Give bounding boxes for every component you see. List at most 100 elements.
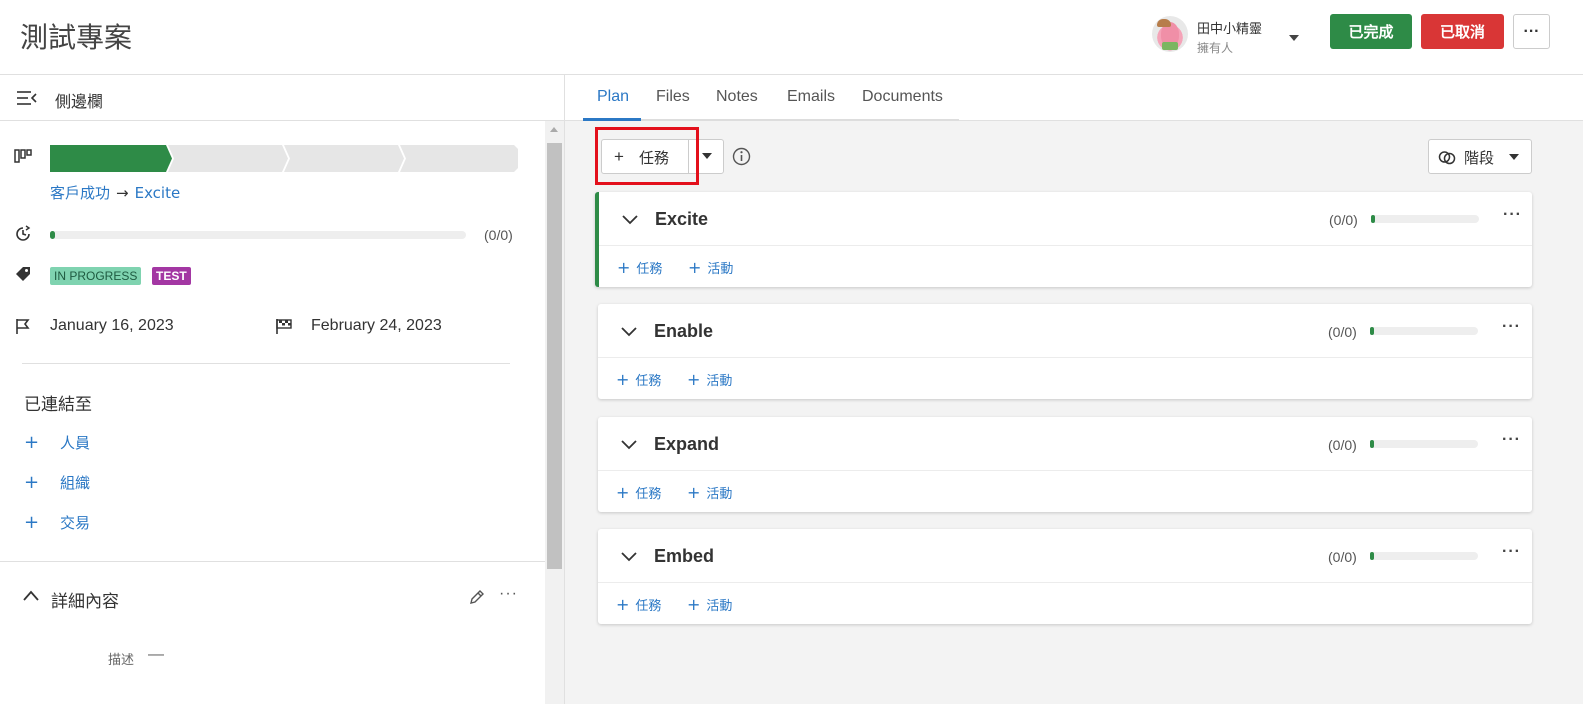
phase-more-button[interactable]: ··· xyxy=(1502,318,1521,336)
avatar xyxy=(1152,16,1188,52)
page-title: 測試專案 xyxy=(20,21,133,54)
linked-to-heading: 已連結至 xyxy=(24,395,92,415)
tab-documents[interactable]: Documents xyxy=(862,88,943,106)
tab-plan[interactable]: Plan xyxy=(597,88,629,106)
breadcrumb: 客戶成功 → Excite xyxy=(50,182,180,203)
status-badge: IN PROGRESS xyxy=(50,267,142,285)
chevron-down-icon[interactable] xyxy=(620,322,638,340)
owner-selector[interactable]: 田中小精靈 擁有人 xyxy=(1152,14,1304,58)
stage-segment-1[interactable] xyxy=(50,145,172,172)
plus-icon: + xyxy=(24,512,40,533)
tab-emails[interactable]: Emails xyxy=(787,88,835,106)
phase-card-excite: Excite (0/0) ··· + 任務 + 活動 xyxy=(595,192,1532,287)
plus-icon: + xyxy=(687,483,701,502)
start-flag-icon xyxy=(16,319,30,334)
stage-segment-4[interactable] xyxy=(400,145,518,172)
plus-icon: + xyxy=(687,595,701,614)
more-options-button[interactable]: ··· xyxy=(1513,14,1550,49)
start-date[interactable]: January 16, 2023 xyxy=(50,317,174,335)
plus-icon: + xyxy=(617,258,631,277)
details-title: 詳細內容 xyxy=(51,592,119,612)
finish-flag-icon xyxy=(276,319,292,334)
mark-done-button[interactable]: 已完成 xyxy=(1330,14,1412,49)
phase-card-embed: Embed (0/0) ··· + 任務 + 活動 xyxy=(598,529,1532,624)
phase-card-expand: Expand (0/0) ··· + 任務 + 活動 xyxy=(598,417,1532,512)
add-phase-task-button[interactable]: + 任務 xyxy=(616,483,661,502)
tag-icon xyxy=(16,267,30,281)
phase-more-button[interactable]: ··· xyxy=(1502,543,1521,561)
scroll-up-arrow-icon[interactable] xyxy=(550,127,558,132)
plus-icon: + xyxy=(24,432,40,453)
add-phase-activity-button[interactable]: + 活動 xyxy=(687,370,732,389)
chevron-down-icon[interactable] xyxy=(620,547,638,565)
link-organization-button[interactable]: + 組織 xyxy=(24,472,90,494)
phase-progress-bar xyxy=(1370,552,1478,560)
caret-down-icon xyxy=(1509,154,1519,160)
add-phase-activity-button[interactable]: + 活動 xyxy=(688,258,733,277)
phase-count: (0/0) xyxy=(1328,324,1357,340)
sidebar-scrollbar[interactable] xyxy=(545,121,564,704)
description-value[interactable]: — xyxy=(148,646,164,664)
pencil-icon[interactable] xyxy=(469,589,485,605)
chevron-up-icon[interactable] xyxy=(22,587,40,605)
phase-count: (0/0) xyxy=(1329,212,1358,228)
plus-icon: + xyxy=(616,483,630,502)
sidebar-header: 側邊欄 xyxy=(0,75,565,121)
add-phase-task-button[interactable]: + 任務 xyxy=(616,370,661,389)
tab-bar: Plan Files Notes Emails Documents xyxy=(565,75,1583,121)
phase-progress-bar xyxy=(1371,215,1479,223)
main-panel: Plan Files Notes Emails Documents + 任務 階… xyxy=(565,75,1583,704)
link-people-button[interactable]: + 人員 xyxy=(24,432,90,454)
project-progress-fill xyxy=(50,231,55,239)
stage-filter-dropdown[interactable]: 階段 xyxy=(1428,139,1532,174)
info-icon[interactable] xyxy=(732,147,751,166)
add-phase-task-button[interactable]: + 任務 xyxy=(617,258,662,277)
phase-progress-bar xyxy=(1370,327,1478,335)
description-label: 描述 xyxy=(108,653,135,668)
details-section-header: 詳細內容 ··· xyxy=(22,585,522,612)
owner-role: 擁有人 xyxy=(1197,41,1234,55)
plus-icon: + xyxy=(616,370,630,389)
sidebar-title: 側邊欄 xyxy=(55,92,104,111)
collapse-sidebar-icon[interactable] xyxy=(17,90,37,106)
add-phase-activity-button[interactable]: + 活動 xyxy=(687,483,732,502)
highlight-box xyxy=(595,127,699,185)
scroll-thumb[interactable] xyxy=(547,143,562,569)
page-header: 測試專案 田中小精靈 擁有人 已完成 已取消 ··· xyxy=(0,0,1583,75)
owner-name: 田中小精靈 xyxy=(1197,21,1263,36)
end-date[interactable]: February 24, 2023 xyxy=(311,317,442,335)
chevron-down-icon[interactable] xyxy=(621,210,639,228)
add-phase-task-button[interactable]: + 任務 xyxy=(616,595,661,614)
plus-icon: + xyxy=(24,472,40,493)
plus-icon: + xyxy=(616,595,630,614)
progress-clock-icon xyxy=(16,225,31,241)
phase-name: Expand xyxy=(654,434,720,454)
phase-more-button[interactable]: ··· xyxy=(1502,431,1521,449)
tab-files[interactable]: Files xyxy=(656,88,690,106)
sidebar: 側邊欄 客戶成功 → Excite (0/0) IN PROGRESS TEST xyxy=(0,75,565,704)
phase-more-button[interactable]: ··· xyxy=(1503,206,1522,224)
pipeline-icon xyxy=(14,149,32,163)
tag-badge: TEST xyxy=(152,267,191,285)
add-phase-activity-button[interactable]: + 活動 xyxy=(687,595,732,614)
caret-down-icon[interactable] xyxy=(1289,35,1299,41)
arrow-right-icon: → xyxy=(116,184,129,202)
chevron-down-icon[interactable] xyxy=(620,435,638,453)
project-progress-bar xyxy=(50,231,466,239)
stage-segment-3[interactable] xyxy=(284,145,404,172)
divider xyxy=(22,363,510,364)
link-deal-button[interactable]: + 交易 xyxy=(24,512,90,534)
plus-icon: + xyxy=(687,370,701,389)
phase-count: (0/0) xyxy=(1328,549,1357,565)
phase-count: (0/0) xyxy=(1328,437,1357,453)
mark-cancelled-button[interactable]: 已取消 xyxy=(1421,14,1504,49)
tab-notes[interactable]: Notes xyxy=(716,88,758,106)
phase-name: Embed xyxy=(654,546,715,566)
stage-progress-bar xyxy=(50,145,518,172)
stage-segment-2[interactable] xyxy=(168,145,288,172)
phase-name: Excite xyxy=(655,209,709,229)
breadcrumb-parent[interactable]: 客戶成功 xyxy=(50,184,110,202)
phase-card-enable: Enable (0/0) ··· + 任務 + 活動 xyxy=(598,304,1532,399)
breadcrumb-current[interactable]: Excite xyxy=(135,184,181,202)
details-more-button[interactable]: ··· xyxy=(499,585,518,603)
